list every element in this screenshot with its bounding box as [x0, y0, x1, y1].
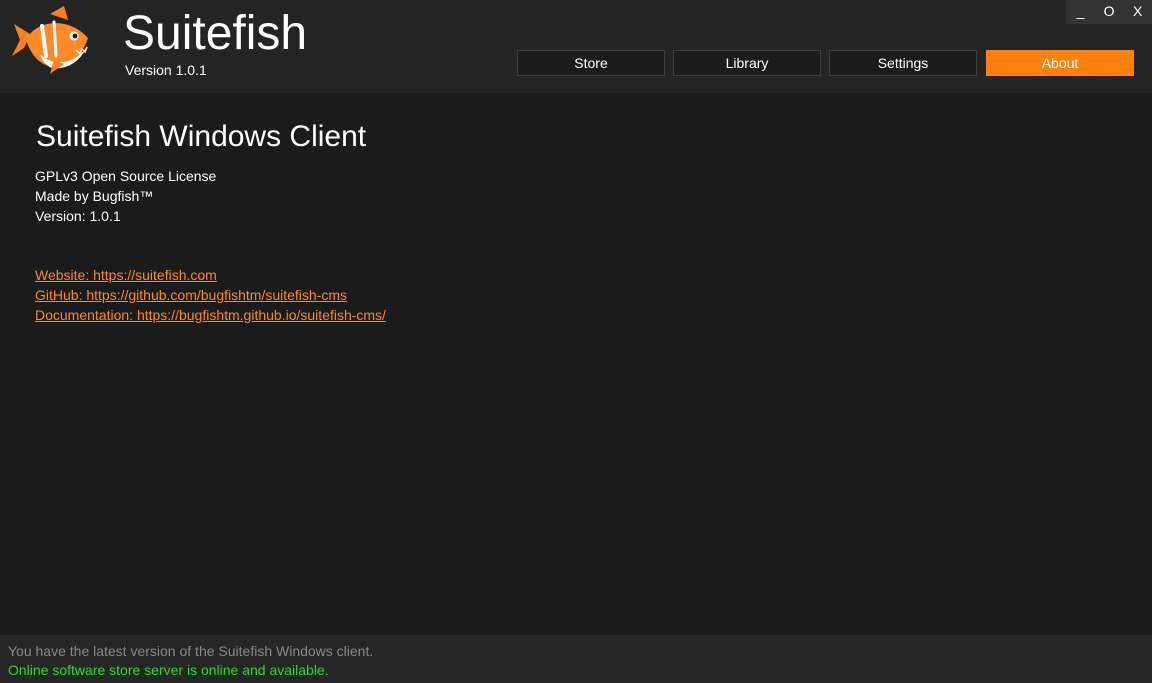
server-status-text: Online software store server is online a…: [8, 662, 329, 678]
minimize-button[interactable]: _: [1066, 0, 1095, 24]
status-bar: You have the latest version of the Suite…: [0, 635, 1152, 683]
website-link[interactable]: Website: https://suitefish.com: [35, 265, 1115, 285]
app-header: Suitefish Version 1.0.1 _ O X Store Libr…: [0, 0, 1152, 93]
about-panel: Suitefish Windows Client GPLv3 Open Sour…: [35, 118, 1115, 325]
license-text: GPLv3 Open Source License: [35, 168, 217, 184]
app-version: Version 1.0.1: [125, 62, 207, 78]
nav-about-button[interactable]: About: [986, 50, 1134, 76]
author-text: Made by Bugfish™: [35, 188, 154, 204]
about-title: Suitefish Windows Client: [36, 120, 367, 153]
nav-library-button[interactable]: Library: [673, 50, 821, 76]
maximize-button[interactable]: O: [1095, 0, 1124, 24]
update-status-text: You have the latest version of the Suite…: [8, 643, 374, 659]
version-text: Version: 1.0.1: [35, 208, 121, 224]
documentation-link[interactable]: Documentation: https://bugfishtm.github.…: [35, 305, 1115, 325]
nav-store-button[interactable]: Store: [517, 50, 665, 76]
window-controls: _ O X: [1066, 0, 1152, 24]
close-button[interactable]: X: [1123, 0, 1152, 24]
github-link[interactable]: GitHub: https://github.com/bugfishtm/sui…: [35, 285, 1115, 305]
app-title: Suitefish: [123, 7, 308, 60]
links-list: Website: https://suitefish.com GitHub: h…: [35, 265, 1115, 325]
nav-settings-button[interactable]: Settings: [829, 50, 977, 76]
fish-logo-icon: [12, 6, 88, 74]
